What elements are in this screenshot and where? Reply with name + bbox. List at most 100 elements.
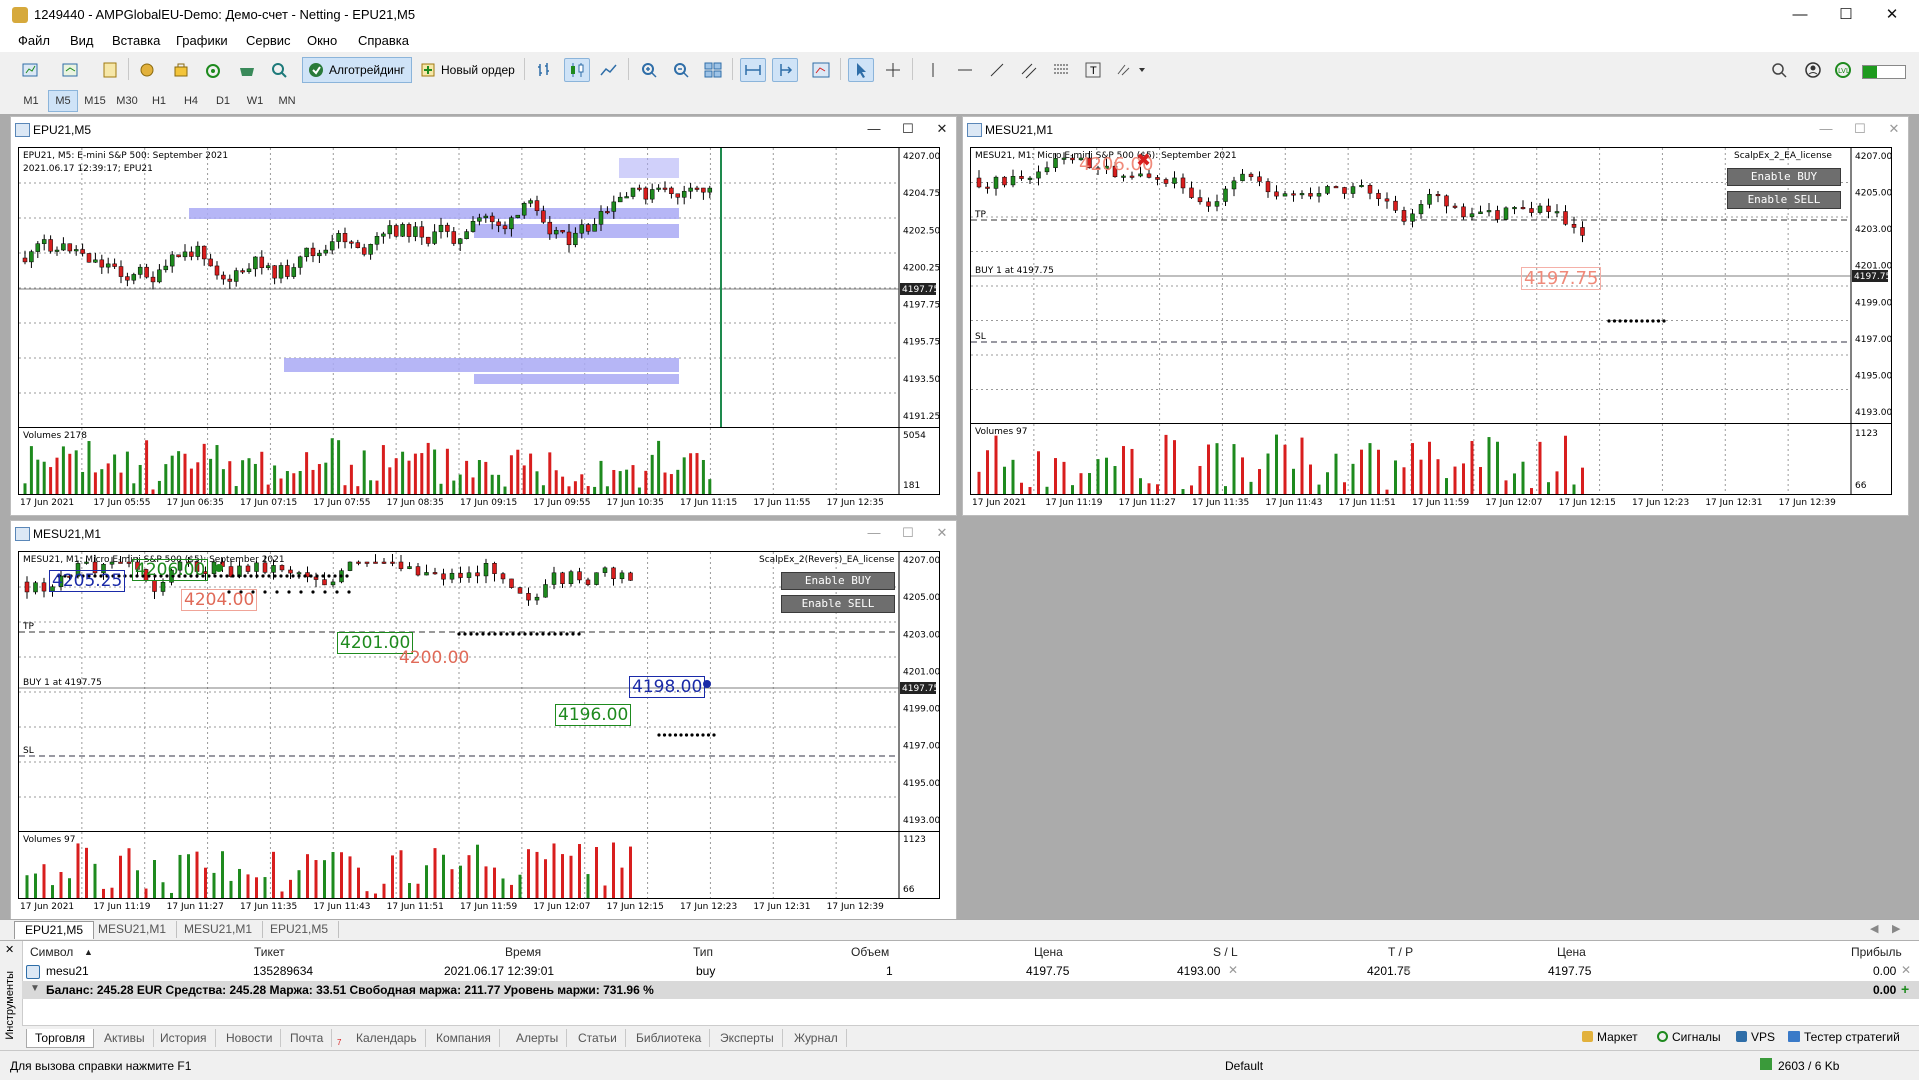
price-chart[interactable]: 4207.00 4205.00 4203.00 4201.00 4199.00 4197.… bbox=[18, 551, 940, 833]
chart-maximize-icon[interactable]: ☐ bbox=[1849, 121, 1871, 139]
maximize-icon[interactable]: ☐ bbox=[1823, 0, 1869, 30]
chart-minimize-icon[interactable]: — bbox=[863, 525, 885, 543]
algo-trading-button[interactable]: Алготрейдинг bbox=[302, 57, 412, 83]
tab-calendar[interactable]: Календарь bbox=[348, 1029, 426, 1047]
chart-maximize-icon[interactable]: ☐ bbox=[897, 525, 919, 543]
market-tab[interactable]: Маркет bbox=[1582, 1030, 1638, 1044]
enable-buy-button[interactable]: Enable BUY bbox=[1727, 168, 1841, 186]
tab-experts[interactable]: Эксперты bbox=[712, 1029, 783, 1047]
equidistant-channel-icon[interactable] bbox=[1016, 58, 1042, 82]
search-tool-icon[interactable] bbox=[266, 58, 292, 82]
menu-charts[interactable]: Графики bbox=[176, 33, 228, 48]
enable-sell-button[interactable]: Enable SELL bbox=[781, 595, 895, 613]
cursor-icon[interactable] bbox=[848, 58, 874, 82]
timeframe-m1[interactable]: M1 bbox=[16, 90, 46, 112]
enable-buy-button[interactable]: Enable BUY bbox=[781, 572, 895, 590]
new-order-button[interactable]: Новый ордер bbox=[414, 57, 522, 83]
tab-library[interactable]: Библиотека bbox=[628, 1029, 711, 1047]
chart-close-icon[interactable]: ✕ bbox=[1883, 121, 1905, 139]
chart-window-mesu21-m1-right[interactable]: MESU21,M1 — ☐ ✕ 4207.00 4205.00 4203.00 420… bbox=[962, 116, 1909, 516]
minimize-icon[interactable]: — bbox=[1777, 0, 1823, 30]
account-icon[interactable] bbox=[1800, 58, 1826, 82]
fibonacci-icon[interactable] bbox=[1048, 58, 1074, 82]
col-profit[interactable]: Прибыль bbox=[1851, 945, 1902, 959]
chart-close-icon[interactable]: ✕ bbox=[931, 525, 953, 543]
close-icon[interactable]: ✕ bbox=[1869, 0, 1915, 30]
volume-chart[interactable]: 5054 181 Volumes 2178 bbox=[18, 427, 940, 495]
shapes-dropdown-icon[interactable] bbox=[1112, 58, 1150, 82]
timeframe-m5[interactable]: M5 bbox=[48, 90, 78, 112]
remove-tp-icon[interactable]: ✕ bbox=[1402, 963, 1412, 977]
market-watch-icon[interactable] bbox=[134, 58, 160, 82]
tabs-scroll-left-icon[interactable]: ◀ bbox=[1870, 922, 1878, 935]
market-icon[interactable] bbox=[234, 58, 260, 82]
timeframe-m30[interactable]: M30 bbox=[112, 90, 142, 112]
navigator-icon[interactable] bbox=[168, 58, 194, 82]
tab-journal[interactable]: Журнал bbox=[786, 1029, 847, 1047]
chart-minimize-icon[interactable]: — bbox=[863, 121, 885, 139]
volume-chart[interactable]: 1123 66 Volumes 97 bbox=[970, 423, 1892, 495]
text-tool-icon[interactable]: T bbox=[1080, 58, 1106, 82]
col-sl[interactable]: S / L bbox=[1213, 945, 1238, 959]
candlestick-icon[interactable] bbox=[564, 58, 590, 82]
trendline-icon[interactable] bbox=[984, 58, 1010, 82]
line-chart-icon[interactable] bbox=[596, 58, 622, 82]
col-ticket[interactable]: Тикет bbox=[254, 945, 285, 959]
signals-tab[interactable]: Сигналы bbox=[1657, 1030, 1721, 1044]
timeframe-w1[interactable]: W1 bbox=[240, 90, 270, 112]
signal-level-icon[interactable]: LVL bbox=[1830, 58, 1856, 82]
col-volume[interactable]: Объем bbox=[851, 945, 889, 959]
chart-window-mesu21-m1-left[interactable]: MESU21,M1 — ☐ ✕ 4207.00 4205.00 4203.00 420… bbox=[10, 520, 957, 920]
col-symbol[interactable]: Символ bbox=[30, 945, 73, 959]
enable-sell-button[interactable]: Enable SELL bbox=[1727, 191, 1841, 209]
collapse-icon[interactable]: ▼ bbox=[30, 983, 40, 994]
tab-company[interactable]: Компания bbox=[428, 1029, 500, 1047]
tab-alerts[interactable]: Алерты bbox=[508, 1029, 568, 1047]
tabs-scroll-right-icon[interactable]: ▶ bbox=[1892, 922, 1900, 935]
tab-history[interactable]: История bbox=[152, 1029, 216, 1047]
tile-windows-icon[interactable] bbox=[700, 58, 726, 82]
indicators-icon[interactable] bbox=[808, 58, 834, 82]
chart-tab-mesu21-m1-2[interactable]: MESU21,M1 bbox=[174, 921, 264, 938]
price-chart[interactable]: 4207.00 4204.75 4202.50 4200.25 4197.75 4195.… bbox=[18, 147, 940, 429]
vertical-line-icon[interactable] bbox=[920, 58, 946, 82]
zoom-out-icon[interactable] bbox=[668, 58, 694, 82]
timeframe-h1[interactable]: H1 bbox=[144, 90, 174, 112]
timeframe-mn[interactable]: MN bbox=[272, 90, 302, 112]
crosshair-icon[interactable] bbox=[880, 58, 906, 82]
menu-view[interactable]: Вид bbox=[70, 33, 94, 48]
chart-minimize-icon[interactable]: — bbox=[1815, 121, 1837, 139]
col-time[interactable]: Время bbox=[505, 945, 541, 959]
menu-file[interactable]: Файл bbox=[18, 33, 50, 48]
search-icon[interactable] bbox=[1766, 58, 1792, 82]
chart-shift-icon[interactable] bbox=[772, 58, 798, 82]
menu-help[interactable]: Справка bbox=[358, 33, 409, 48]
profiles-icon[interactable] bbox=[58, 58, 84, 82]
add-position-icon[interactable]: + bbox=[1901, 981, 1909, 997]
chart-tab-epu21-m5[interactable]: EPU21,M5 bbox=[14, 921, 95, 939]
tab-news[interactable]: Новости bbox=[218, 1029, 282, 1047]
tab-assets[interactable]: Активы bbox=[96, 1029, 154, 1047]
chart-close-icon[interactable]: ✕ bbox=[931, 121, 953, 139]
table-row[interactable]: mesu21 135289634 2021.06.17 12:39:01 buy… bbox=[22, 961, 1919, 981]
row-sl[interactable]: 4193.00 bbox=[1177, 964, 1220, 978]
col-price[interactable]: Цена bbox=[1557, 945, 1586, 959]
col-type[interactable]: Тип bbox=[693, 945, 713, 959]
volume-chart[interactable]: 1123 66 Volumes 97 bbox=[18, 831, 940, 899]
vps-tab[interactable]: VPS bbox=[1736, 1030, 1775, 1044]
signals-icon[interactable] bbox=[200, 58, 226, 82]
timeframe-h4[interactable]: H4 bbox=[176, 90, 206, 112]
tab-mail[interactable]: Почта bbox=[282, 1029, 333, 1047]
tab-articles[interactable]: Статьи bbox=[570, 1029, 626, 1047]
timeframe-m15[interactable]: M15 bbox=[80, 90, 110, 112]
price-chart[interactable]: 4207.00 4205.00 4203.00 4201.00 4199.00 4197.… bbox=[970, 147, 1892, 425]
toolbox-close-icon[interactable]: ✕ bbox=[5, 943, 14, 956]
chart-tab-epu21-m5-2[interactable]: EPU21,M5 bbox=[260, 921, 340, 938]
autoscroll-icon[interactable] bbox=[740, 58, 766, 82]
chart-window-epu21-m5[interactable]: EPU21,M5 — ☐ ✕ 4207.00 4204.75 4202.50 4200… bbox=[10, 116, 957, 516]
tab-trade[interactable]: Торговля bbox=[26, 1029, 95, 1048]
col-tp[interactable]: T / P bbox=[1388, 945, 1413, 959]
horizontal-line-icon[interactable] bbox=[952, 58, 978, 82]
close-position-icon[interactable]: ✕ bbox=[1901, 963, 1911, 977]
templates-icon[interactable] bbox=[98, 58, 124, 82]
